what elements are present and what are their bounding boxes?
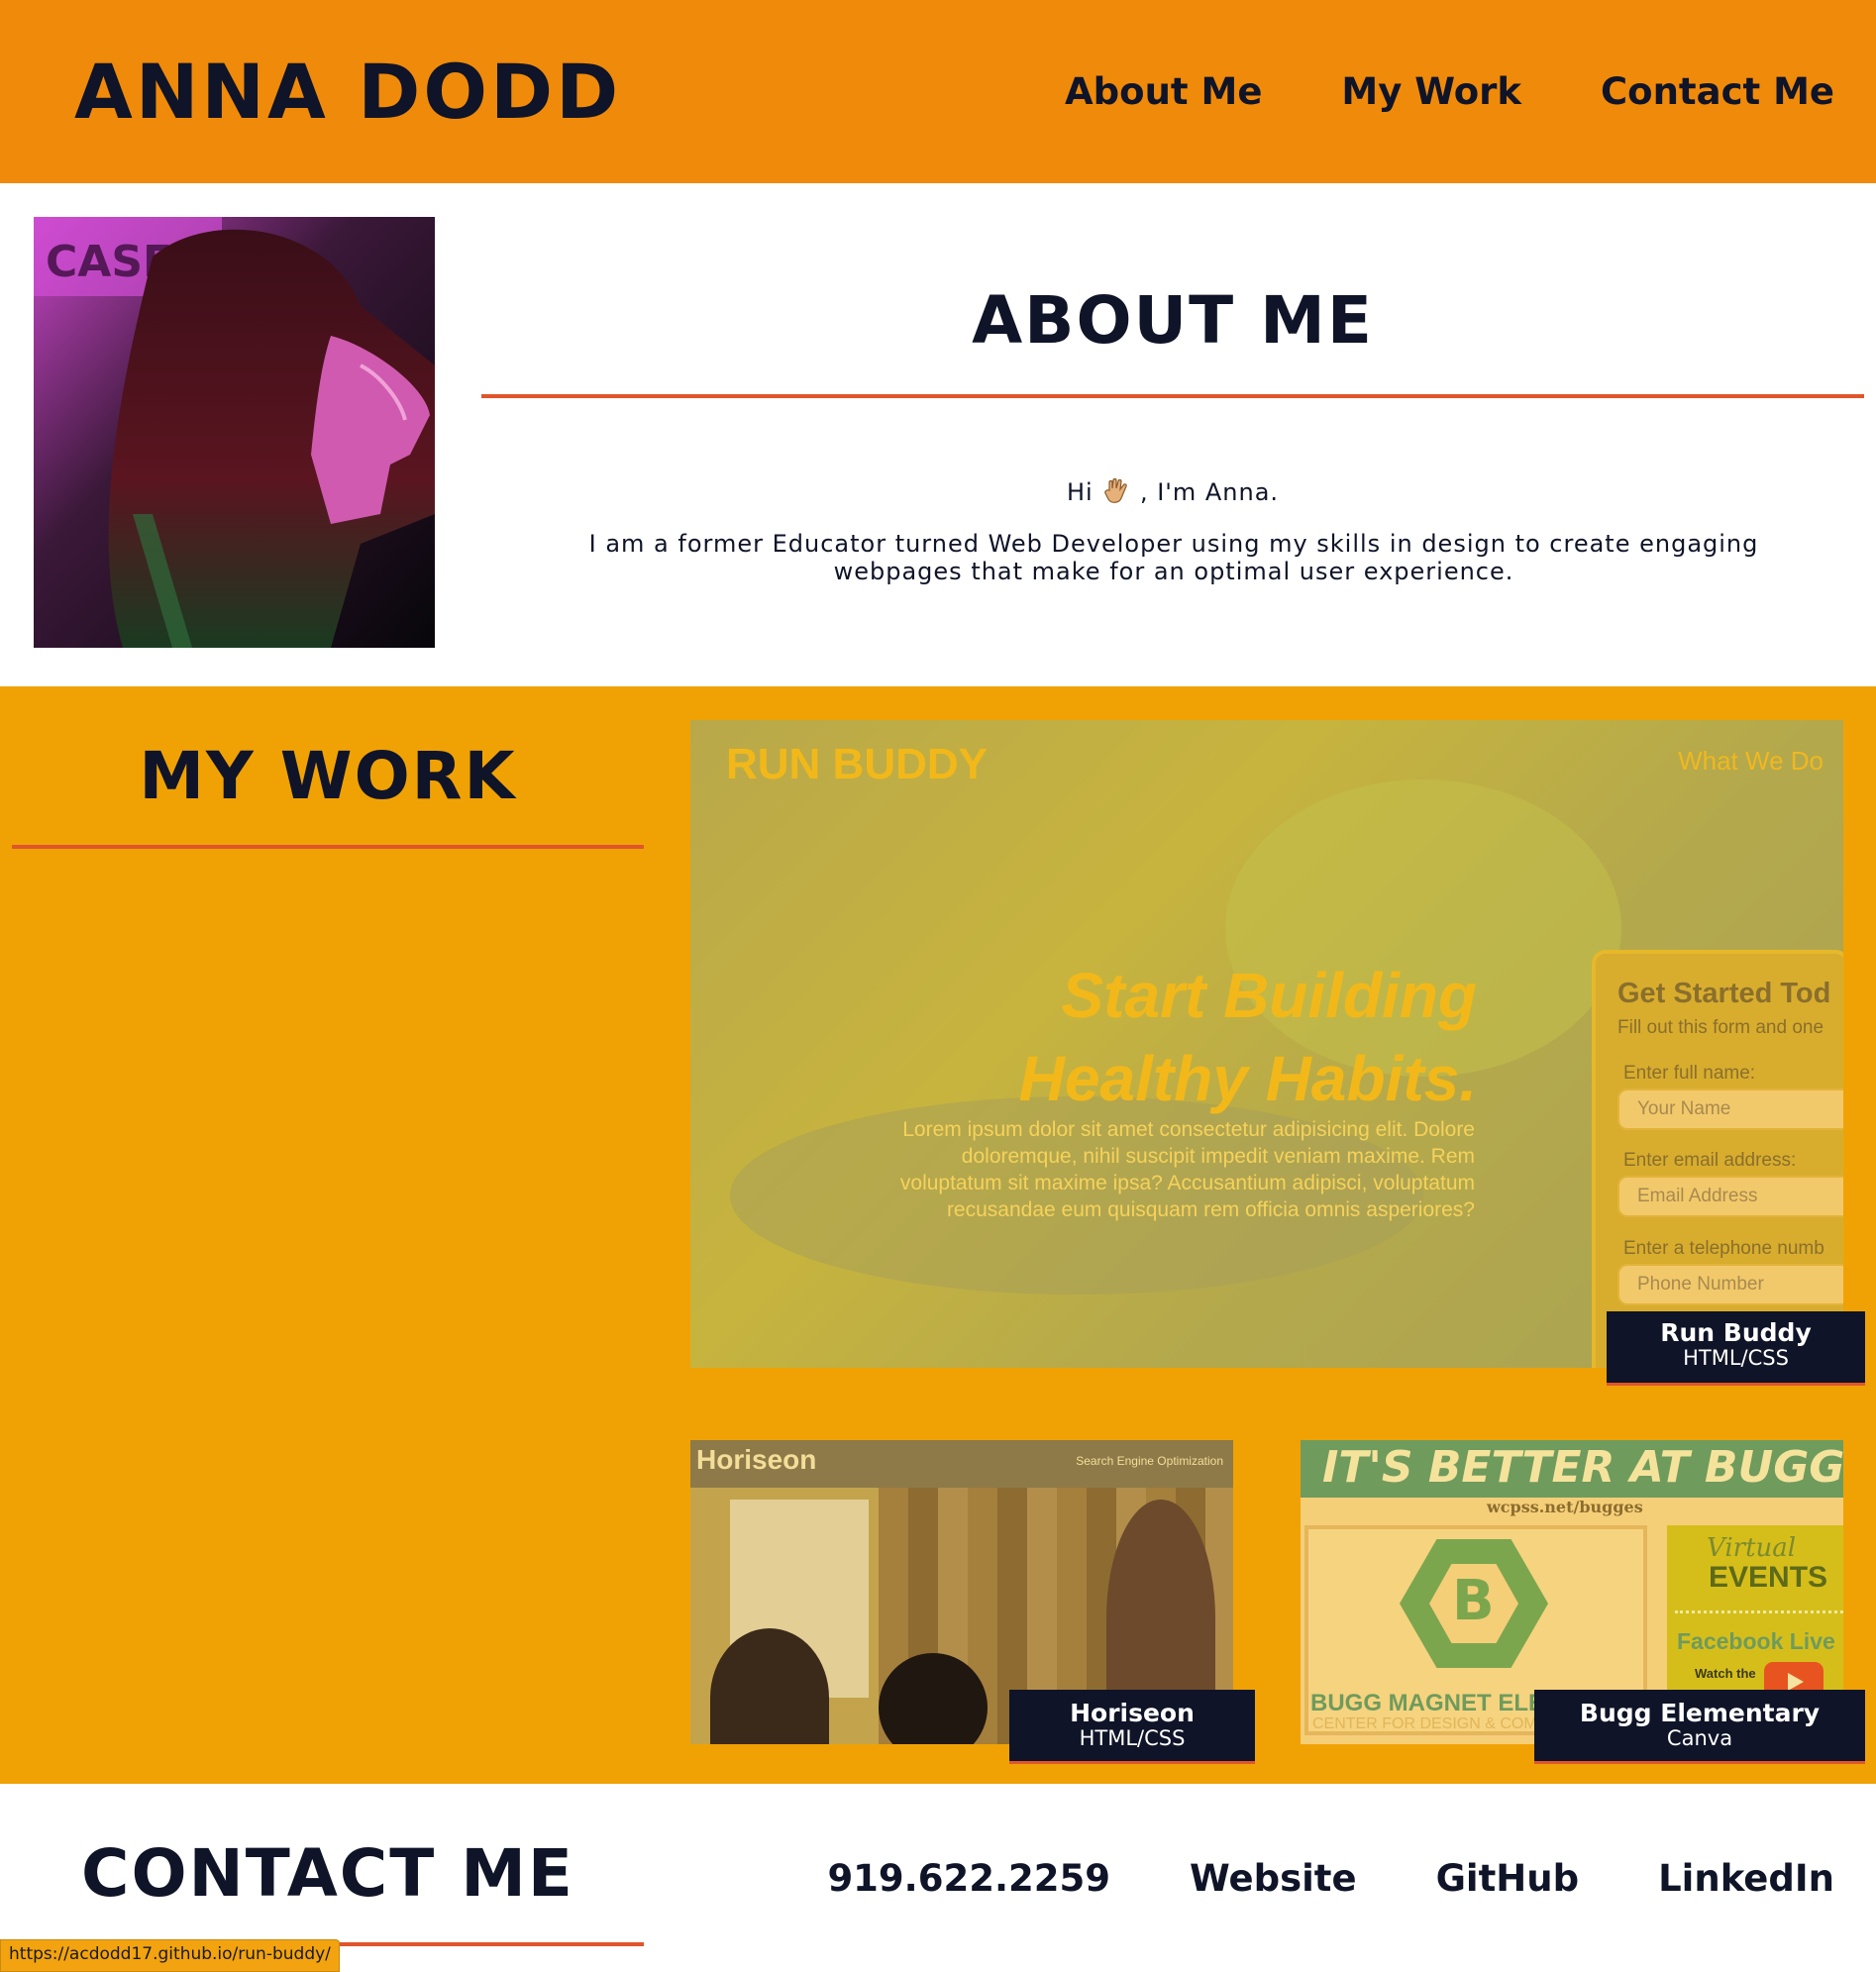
status-bar-url: https://acdodd17.github.io/run-buddy/: [0, 1939, 340, 1972]
rb-headline: Start Building Healthy Habits.: [1019, 954, 1477, 1120]
waving-hand-icon: [1101, 477, 1140, 506]
rb-nav: What We Do: [1678, 746, 1824, 776]
project-card-bugg-elementary[interactable]: IT'S BETTER AT BUGG! wcpss.net/bugges B …: [1301, 1440, 1865, 1764]
project-tech: HTML/CSS: [1683, 1346, 1789, 1370]
nav-link-my-work[interactable]: My Work: [1341, 70, 1521, 113]
project-name: Bugg Elementary: [1579, 1699, 1821, 1727]
rb-label-phone: Enter a telephone numb: [1623, 1238, 1824, 1259]
about-section: CASEY ABOUT ME Hi , I'm Anna. I am a for…: [0, 183, 1876, 686]
bio-text: I am a former Educator turned Web Develo…: [588, 530, 1759, 585]
rb-label-email: Enter email address:: [1623, 1150, 1797, 1171]
bg-facebook: Facebook Live: [1677, 1628, 1835, 1654]
project-tech: Canva: [1666, 1726, 1733, 1750]
project-screenshot-run-buddy: RUN BUDDY What We Do Start Building Heal…: [690, 720, 1843, 1368]
work-section: MY WORK RUN BUDDY What We Do Start Build…: [0, 686, 1876, 1784]
rb-label-name: Enter full name:: [1623, 1063, 1756, 1084]
bg-url: wcpss.net/bugges: [1487, 1498, 1643, 1516]
project-label-horiseon[interactable]: Horiseon HTML/CSS: [1009, 1690, 1255, 1764]
bg-school-sub: CENTER FOR DESIGN & COMPU: [1312, 1715, 1559, 1732]
nav-link-about-me[interactable]: About Me: [1065, 70, 1262, 113]
contact-links: 919.622.2259 Website GitHub LinkedIn: [827, 1857, 1834, 1900]
project-label-run-buddy[interactable]: Run Buddy HTML/CSS: [1607, 1311, 1865, 1386]
work-title: MY WORK: [139, 738, 517, 814]
project-card-run-buddy[interactable]: RUN BUDDY What We Do Start Building Heal…: [690, 720, 1865, 1386]
contact-website-link[interactable]: Website: [1190, 1857, 1357, 1900]
rb-body: Lorem ipsum dolor sit amet consectetur a…: [899, 1118, 1475, 1221]
rb-form-subtitle: Fill out this form and one: [1617, 1017, 1824, 1038]
site-header: ANNA DODD About Me My Work Contact Me: [0, 0, 1876, 183]
rb-form-title: Get Started Tod: [1617, 978, 1831, 1009]
rb-headline-1: Start Building: [1061, 960, 1477, 1031]
bg-watch: Watch the: [1695, 1666, 1756, 1681]
nav-link-contact-me[interactable]: Contact Me: [1601, 70, 1834, 113]
about-title: ABOUT ME: [972, 282, 1374, 359]
bg-events: EVENTS: [1709, 1561, 1828, 1594]
contact-github-link[interactable]: GitHub: [1436, 1857, 1580, 1900]
project-card-horiseon[interactable]: Horiseon Search Engine Optimization Hori…: [690, 1440, 1255, 1764]
greeting-prefix: Hi: [1066, 478, 1094, 506]
project-name: Horiseon: [1070, 1699, 1195, 1727]
project-tech: HTML/CSS: [1079, 1726, 1186, 1750]
greeting-suffix: , I'm Anna.: [1139, 478, 1280, 506]
rb-input-name: Your Name: [1617, 1089, 1843, 1130]
work-divider: [12, 845, 644, 849]
hs-logo: Horiseon: [696, 1444, 817, 1475]
contact-linkedin-link[interactable]: LinkedIn: [1658, 1857, 1834, 1900]
main-nav: About Me My Work Contact Me: [1065, 70, 1834, 113]
contact-title: CONTACT ME: [81, 1835, 574, 1912]
bg-virtual: Virtual: [1707, 1533, 1797, 1563]
site-brand[interactable]: ANNA DODD: [74, 48, 621, 136]
bg-school: BUGG MAGNET ELE: [1310, 1690, 1545, 1716]
project-name: Run Buddy: [1660, 1318, 1812, 1347]
project-label-bugg-elementary[interactable]: Bugg Elementary Canva: [1534, 1690, 1865, 1764]
rb-headline-2: Healthy Habits.: [1018, 1043, 1477, 1114]
about-divider: [481, 394, 1864, 398]
bg-headline: IT'S BETTER AT BUGG!: [1322, 1442, 1843, 1493]
rb-input-phone: Phone Number: [1617, 1264, 1843, 1305]
hs-tag: Search Engine Optimization: [1076, 1454, 1223, 1468]
rb-logo: RUN BUDDY: [726, 740, 988, 788]
profile-photo: CASEY: [34, 217, 435, 648]
contact-phone-link[interactable]: 919.622.2259: [827, 1857, 1110, 1900]
rb-input-email: Email Address: [1617, 1176, 1843, 1217]
rb-form: Get Started Tod Fill out this form and o…: [1592, 950, 1843, 1368]
greeting: Hi , I'm Anna.: [481, 476, 1864, 506]
